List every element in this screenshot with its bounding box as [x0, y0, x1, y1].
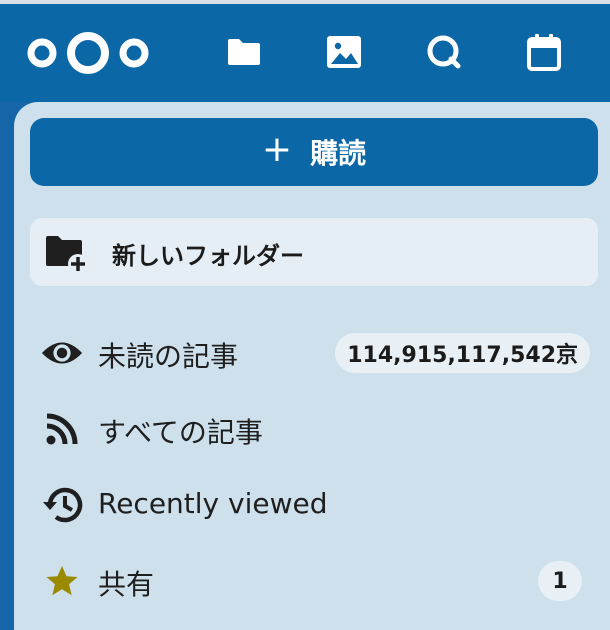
subscribe-button[interactable]: + 購読 [30, 118, 598, 186]
rss-icon [40, 409, 84, 449]
unread-count-badge: 114,915,117,542京 [335, 333, 590, 373]
nav-item-all-articles[interactable]: すべての記事 [30, 399, 590, 459]
folder-icon[interactable] [224, 32, 264, 72]
history-icon [40, 485, 84, 525]
top-border [0, 0, 610, 4]
nav-item-unread[interactable]: 未読の記事 114,915,117,542京 [30, 323, 590, 383]
new-folder-button[interactable]: 新しいフォルダー [30, 218, 598, 286]
calendar-icon[interactable] [524, 32, 564, 72]
nav-item-label: Recently viewed [98, 487, 328, 520]
nav-item-label: すべての記事 [98, 416, 263, 449]
new-folder-label: 新しいフォルダー [112, 242, 304, 270]
nav-item-label: 未読の記事 [98, 340, 239, 373]
nav-item-label: 共有 [98, 568, 155, 601]
plus-icon: + [261, 129, 293, 170]
search-icon[interactable] [424, 32, 464, 72]
star-icon [40, 561, 84, 601]
nav-item-shared[interactable]: 共有 1 [30, 551, 590, 611]
top-bar [0, 0, 610, 102]
eye-icon [40, 333, 84, 373]
subscribe-button-label: 購読 [310, 137, 367, 170]
shared-count-badge: 1 [538, 561, 582, 601]
folder-plus-icon [46, 236, 88, 274]
nav-item-recently-viewed[interactable]: Recently viewed [30, 475, 590, 535]
nextcloud-logo-icon[interactable] [24, 30, 152, 76]
image-icon[interactable] [324, 32, 364, 72]
